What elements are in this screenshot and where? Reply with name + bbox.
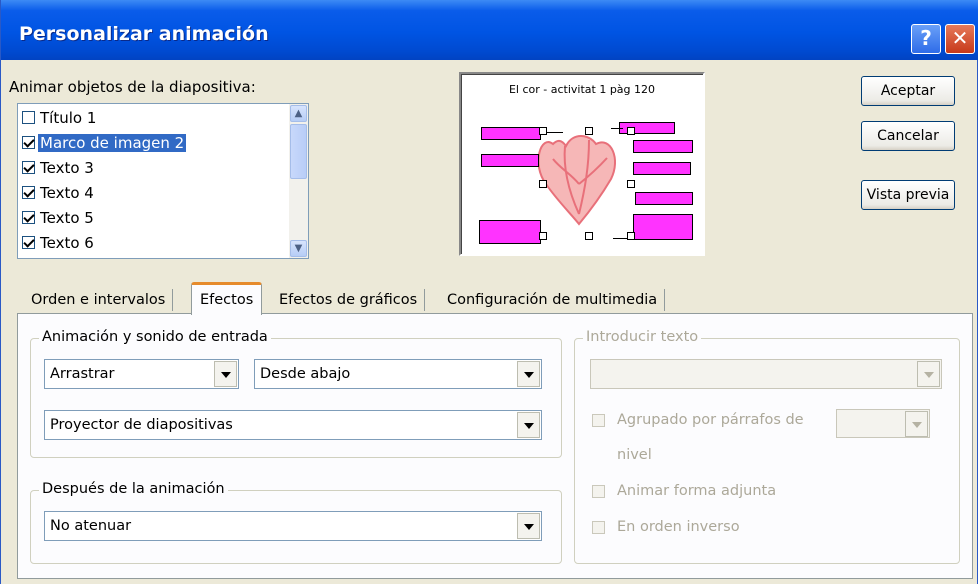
object-checkbox[interactable] [22, 236, 35, 249]
paragraph-level-combo [836, 409, 930, 438]
selection-handle [585, 127, 593, 135]
object-checkbox[interactable] [22, 211, 35, 224]
scroll-down-button[interactable]: ▼ [290, 240, 307, 257]
sound-value: Proyector de diapositivas [50, 417, 233, 433]
accept-button[interactable]: Aceptar [861, 76, 955, 106]
entry-animation-group: Animación y sonido de entrada [30, 329, 562, 458]
scroll-up-button[interactable]: ▲ [290, 105, 307, 122]
object-label: Texto 5 [40, 208, 94, 227]
effect-combo[interactable]: Arrastrar [44, 359, 239, 389]
introduce-text-combo [590, 359, 942, 389]
cancel-button[interactable]: Cancelar [861, 121, 955, 151]
objects-scrollbar[interactable]: ▲ ▼ [289, 104, 308, 258]
direction-value: Desde abajo [260, 366, 351, 382]
preview-line [611, 128, 623, 129]
preview-label-box [633, 140, 693, 153]
reverse-order-checkbox: En orden inverso [592, 519, 740, 535]
after-animation-legend: Después de la animación [39, 481, 228, 497]
scroll-thumb[interactable] [290, 124, 307, 179]
selection-handle [539, 232, 547, 240]
selection-handle [627, 232, 635, 240]
selection-handle [627, 180, 635, 188]
object-checkbox[interactable] [22, 161, 35, 174]
animate-shape-label: Animar forma adjunta [617, 483, 777, 499]
object-checkbox[interactable] [22, 111, 35, 124]
object-list-item[interactable]: Título 1 [19, 105, 287, 130]
after-animation-value: No atenuar [50, 518, 132, 534]
dropdown-arrow-icon[interactable] [214, 361, 237, 387]
dropdown-arrow-icon[interactable] [517, 513, 540, 539]
chevron-down-icon: ▼ [294, 243, 303, 254]
preview-label-box [633, 214, 693, 240]
nivel-label: nivel [617, 447, 652, 463]
object-list-item[interactable]: Marco de imagen 2 [19, 130, 287, 155]
object-label: Título 1 [40, 108, 97, 127]
effect-value: Arrastrar [50, 366, 115, 382]
animate-shape-checkbox: Animar forma adjunta [592, 483, 776, 499]
tab-efectos-de-gráficos[interactable]: Efectos de gráficos [271, 286, 426, 314]
checkbox-box [592, 413, 605, 427]
preview-label-box [635, 192, 693, 205]
grouped-by-paragraph-label-line2: nivel [617, 447, 652, 463]
selection-handle [585, 232, 593, 240]
direction-combo[interactable]: Desde abajo [254, 359, 542, 389]
object-list-item[interactable]: Texto 5 [19, 205, 287, 230]
grouped-by-paragraph-label: Agrupado por párrafos de [617, 412, 804, 428]
effects-tab-panel: Animación y sonido de entrada Arrastrar … [17, 313, 973, 579]
object-checkbox[interactable] [22, 136, 35, 149]
tab-efectos[interactable]: Efectos [191, 282, 263, 315]
reverse-order-label: En orden inverso [617, 519, 740, 535]
dialog-title: Personalizar animación [19, 23, 269, 45]
object-label: Marco de imagen 2 [38, 133, 187, 152]
entry-animation-legend: Animación y sonido de entrada [39, 329, 271, 345]
selection-handle [627, 127, 635, 135]
tab-strip: Orden e intervalos Efectos Efectos de gráf… [23, 282, 743, 315]
selection-handle [539, 127, 547, 135]
checkbox-box [592, 484, 605, 498]
objects-label: Animar objetos de la diapositiva: [9, 78, 256, 96]
dropdown-arrow-icon[interactable] [517, 361, 540, 387]
object-checkbox[interactable] [22, 186, 35, 199]
checkbox-box [592, 520, 605, 534]
preview-label-box [481, 154, 539, 167]
title-bar[interactable]: Personalizar animación ? ✕ [1, 0, 978, 60]
preview-button[interactable]: Vista previa [861, 180, 955, 210]
selection-handle [539, 180, 547, 188]
objects-listbox[interactable]: Título 1 Marco de imagen 2 Texto 3 Texto 4 T… [17, 103, 309, 259]
object-label: Texto 3 [40, 158, 94, 177]
tab-configuración-de-multimedia[interactable]: Configuración de multimedia [439, 286, 666, 314]
objects-list-items: Título 1 Marco de imagen 2 Texto 3 Texto 4 T… [19, 105, 287, 255]
object-label: Texto 4 [40, 183, 94, 202]
grouped-by-paragraph-checkbox: Agrupado por párrafos de [592, 412, 804, 428]
dropdown-arrow-icon [905, 411, 928, 437]
introduce-text-legend: Introducir texto [583, 329, 702, 345]
object-label: Texto 6 [40, 233, 94, 252]
preview-label-box [481, 127, 541, 140]
dropdown-arrow-icon[interactable] [517, 412, 540, 438]
object-list-item[interactable]: Texto 6 [19, 230, 287, 255]
close-button[interactable]: ✕ [945, 24, 975, 54]
preview-label-box [633, 162, 691, 175]
tab-orden-e-intervalos[interactable]: Orden e intervalos [23, 286, 174, 314]
object-list-item[interactable]: Texto 3 [19, 155, 287, 180]
after-animation-combo[interactable]: No atenuar [44, 511, 542, 541]
sound-combo[interactable]: Proyector de diapositivas [44, 410, 542, 440]
preview-label-box [479, 220, 541, 244]
object-list-item[interactable]: Texto 4 [19, 180, 287, 205]
dialog-window: Personalizar animación ? ✕ Animar objeto… [0, 0, 978, 584]
chevron-up-icon: ▲ [294, 108, 303, 119]
dropdown-arrow-icon [917, 361, 940, 387]
help-button[interactable]: ? [911, 24, 941, 54]
slide-preview: El cor - activitat 1 pàg 120 [459, 72, 705, 256]
